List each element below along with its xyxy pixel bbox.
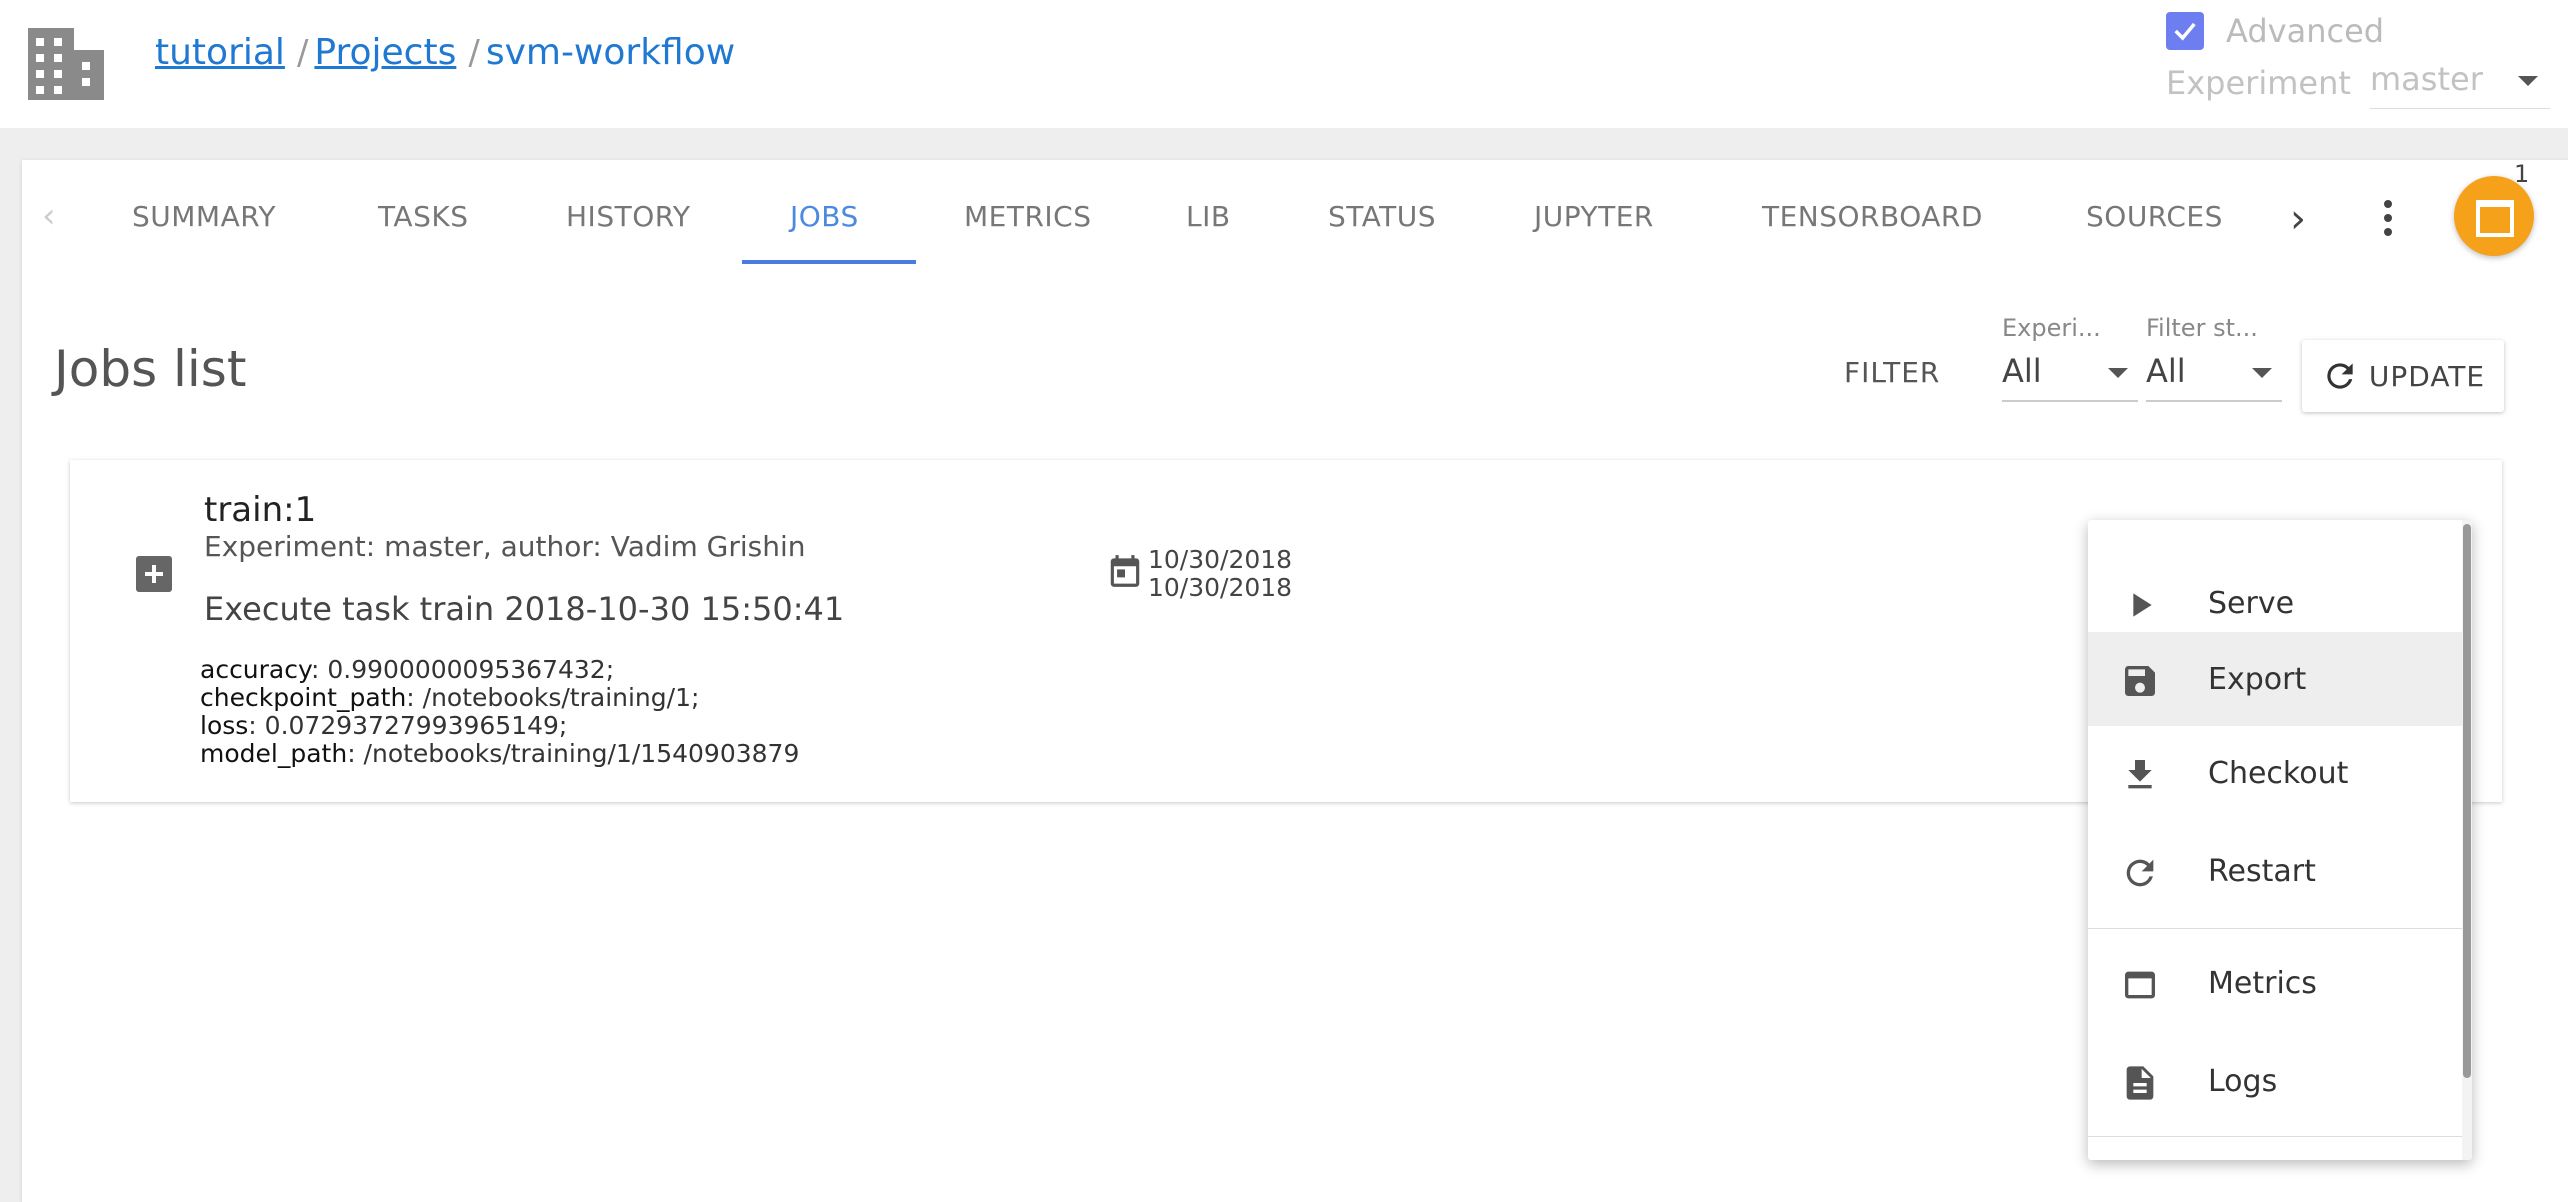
menu-item-logs[interactable]: Logs <box>2088 1034 2462 1128</box>
menu-item-label: Checkout <box>2208 755 2349 791</box>
tab-status[interactable]: STATUS <box>1328 200 1436 233</box>
metric-key: model_path <box>200 739 348 768</box>
tab-jupyter[interactable]: JUPYTER <box>1534 200 1654 233</box>
save-icon <box>2125 666 2155 696</box>
notification-badge: 1 <box>2514 160 2530 188</box>
menu-item-label: Export <box>2208 661 2307 697</box>
tab-lib[interactable]: LIB <box>1186 200 1231 233</box>
breadcrumb-separator: / <box>296 33 309 73</box>
tab-bar: ‹ SUMMARY TASKS HISTORY JOBS METRICS LIB… <box>22 160 2568 264</box>
job-metrics: accuracy: 0.9900000095367432; checkpoint… <box>200 656 799 768</box>
status-filter-value-box[interactable]: All <box>2146 352 2282 402</box>
job-description: Execute task train 2018-10-30 15:50:41 <box>204 590 845 628</box>
branch-value: master <box>2370 60 2483 98</box>
experiment-filter-label: Experi... <box>2002 314 2101 342</box>
menu-scrollbar[interactable] <box>2462 520 2472 1160</box>
chevron-down-icon <box>2252 368 2272 378</box>
experiment-filter-value-box[interactable]: All <box>2002 352 2138 402</box>
window-icon <box>2125 971 2155 999</box>
metric-value: : 0.07293727993965149; <box>248 711 568 740</box>
experiment-filter-value: All <box>2002 352 2042 390</box>
tab-metrics[interactable]: METRICS <box>964 200 1092 233</box>
checkmark-icon <box>2174 22 2196 41</box>
menu-item-label: Metrics <box>2208 965 2317 1001</box>
metric-key: checkpoint_path <box>200 683 407 712</box>
breadcrumb-projects-link[interactable]: Projects <box>314 32 456 73</box>
window-icon <box>2476 200 2514 237</box>
menu-item-checkout[interactable]: Checkout <box>2088 726 2462 820</box>
menu-item-export[interactable]: Export <box>2088 632 2462 726</box>
metric-row: loss: 0.07293727993965149; <box>200 712 799 740</box>
advanced-checkbox[interactable] <box>2166 12 2204 50</box>
notifications-button[interactable] <box>2454 176 2534 256</box>
menu-item-label: Restart <box>2208 853 2316 889</box>
status-filter-select[interactable]: Filter st... All <box>2146 314 2282 402</box>
menu-scrollbar-thumb[interactable] <box>2463 524 2471 1078</box>
document-icon <box>2126 1066 2154 1100</box>
experiment-filter-select[interactable]: Experi... All <box>2002 314 2138 402</box>
filter-label: FILTER <box>1844 356 1941 389</box>
metric-key: loss <box>200 711 249 740</box>
chevron-right-icon[interactable]: › <box>2290 196 2306 242</box>
advanced-label: Advanced <box>2226 12 2385 50</box>
chevron-left-icon[interactable]: ‹ <box>42 196 56 236</box>
experiment-label: Experiment <box>2166 64 2351 102</box>
play-icon <box>2133 593 2152 617</box>
menu-item-restart[interactable]: Restart <box>2088 824 2462 918</box>
breadcrumb: tutorial / Projects / svm-workflow <box>155 32 735 73</box>
status-filter-value: All <box>2146 352 2186 390</box>
job-subtitle: Experiment: master, author: Vadim Grishi… <box>204 530 806 563</box>
metric-value: : /notebooks/training/1; <box>406 683 700 712</box>
top-header: tutorial / Projects / svm-workflow Advan… <box>0 0 2568 128</box>
more-vert-icon[interactable] <box>2378 200 2398 240</box>
tab-tasks[interactable]: TASKS <box>378 200 469 233</box>
metric-row: checkpoint_path: /notebooks/training/1; <box>200 684 799 712</box>
update-button[interactable]: UPDATE <box>2302 340 2504 412</box>
chevron-down-icon <box>2108 368 2128 378</box>
metric-row: model_path: /notebooks/training/1/154090… <box>200 740 799 768</box>
tab-jobs[interactable]: JOBS <box>790 200 859 233</box>
metric-value: : 0.9900000095367432; <box>310 655 615 684</box>
tab-summary[interactable]: SUMMARY <box>132 200 276 233</box>
update-label: UPDATE <box>2368 359 2486 393</box>
download-icon <box>2128 760 2152 789</box>
menu-divider <box>2088 1136 2462 1137</box>
chevron-down-icon <box>2518 76 2538 86</box>
menu-item-metrics[interactable]: Metrics <box>2088 936 2462 1030</box>
job-dates: 10/30/2018 at 3:50 10/30/2018 at 3:51P <box>1148 546 1298 602</box>
active-tab-indicator <box>742 260 916 264</box>
advanced-toggle[interactable]: Advanced <box>2166 12 2384 50</box>
refresh-icon <box>2126 859 2154 887</box>
job-actions-menu: Serve Export Checkout Restart Metrics Lo… <box>2088 520 2472 1160</box>
menu-item-label: Logs <box>2208 1063 2278 1099</box>
refresh-icon <box>2327 363 2353 389</box>
metric-value: : /notebooks/training/1/1540903879 <box>347 739 800 768</box>
tab-history[interactable]: HISTORY <box>566 200 691 233</box>
breadcrumb-separator: / <box>468 33 480 73</box>
building-icon[interactable] <box>28 28 104 100</box>
calendar-icon <box>1110 555 1140 587</box>
metric-row: accuracy: 0.9900000095367432; <box>200 656 799 684</box>
tab-sources[interactable]: SOURCES <box>2086 200 2223 233</box>
tab-tensorboard[interactable]: TENSORBOARD <box>1762 200 1983 233</box>
branch-select[interactable]: master <box>2370 60 2550 109</box>
menu-item-label: Serve <box>2208 585 2295 621</box>
metric-key: accuracy <box>200 655 311 684</box>
job-name: train:1 <box>204 490 317 530</box>
menu-divider <box>2088 928 2462 929</box>
job-start-date: 10/30/2018 at 3:50 <box>1148 546 1298 574</box>
breadcrumb-current-project[interactable]: svm-workflow <box>486 32 735 73</box>
page-title: Jobs list <box>54 340 247 398</box>
job-end-date: 10/30/2018 at 3:51P <box>1148 573 1298 602</box>
breadcrumb-tutorial-link[interactable]: tutorial <box>155 32 285 73</box>
expand-plus-icon[interactable] <box>136 556 172 592</box>
status-filter-label: Filter st... <box>2146 314 2258 342</box>
